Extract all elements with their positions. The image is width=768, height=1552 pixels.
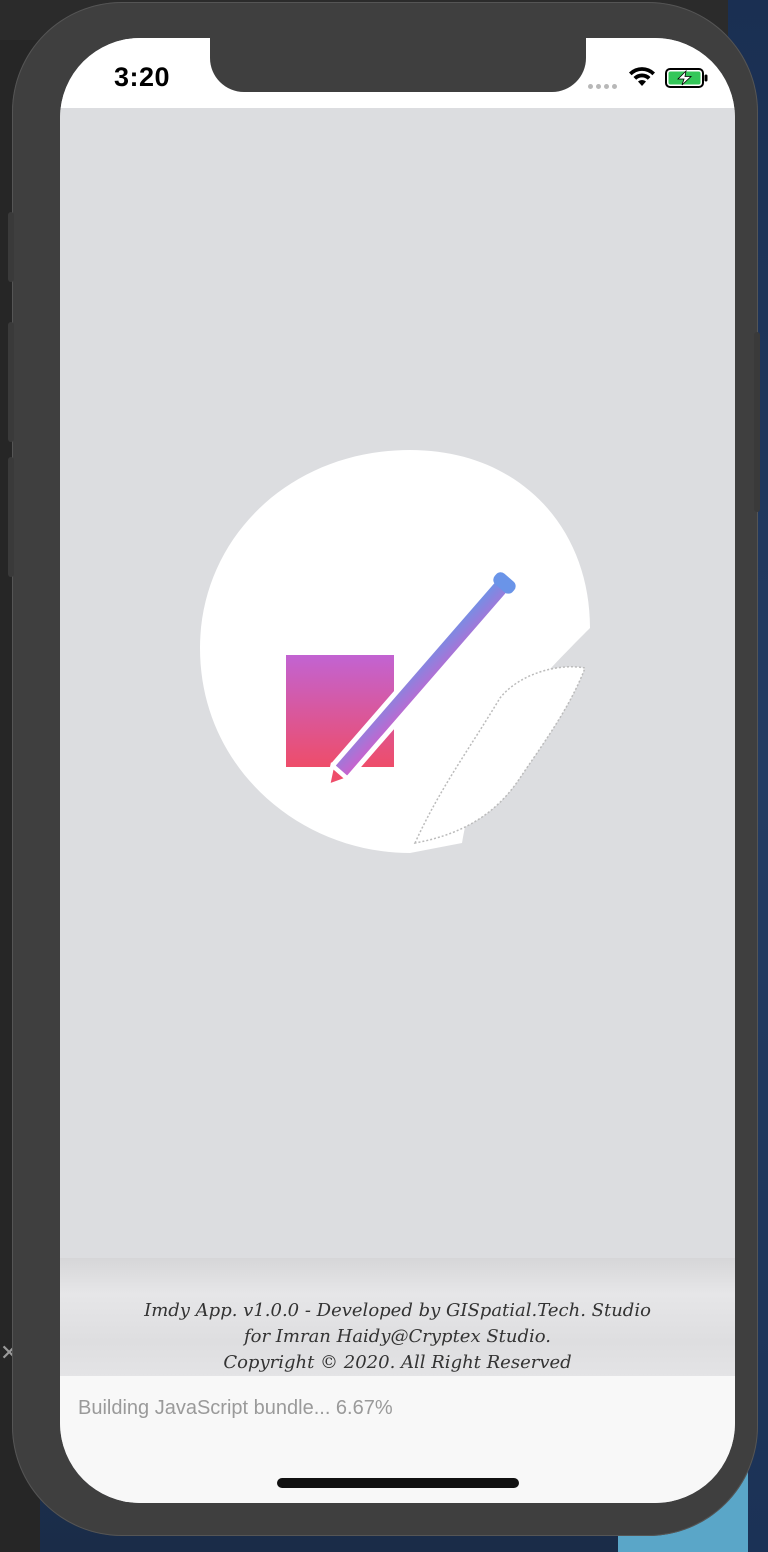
footer-line-1: Imdy App. v1.0.0 - Developed by GISpatia… xyxy=(144,1300,651,1321)
splash-screen xyxy=(60,108,735,1258)
power-button xyxy=(754,332,760,512)
image-edit-logo-icon xyxy=(200,450,590,853)
battery-charging-icon xyxy=(665,68,708,88)
status-time: 3:20 xyxy=(114,62,171,92)
iphone-simulator-frame: 3:20 Imdy App. v1.0.0 - Developed by GIS… xyxy=(8,2,760,1536)
volume-down-button xyxy=(8,457,14,577)
volume-up-button xyxy=(8,322,14,442)
bundle-status-text: Building JavaScript bundle... 6.67% xyxy=(78,1397,393,1419)
device-screen: 3:20 Imdy App. v1.0.0 - Developed by GIS… xyxy=(60,38,735,1503)
footer-line-3: Copyright © 2020. All Right Reserved xyxy=(223,1352,572,1373)
home-indicator[interactable] xyxy=(277,1478,519,1488)
footer-line-2: for Imran Haidy@Cryptex Studio. xyxy=(243,1326,552,1347)
wifi-icon xyxy=(629,67,655,86)
cellular-dots-icon xyxy=(588,82,622,90)
silent-switch xyxy=(8,212,14,282)
footer-credits: Imdy App. v1.0.0 - Developed by GISpatia… xyxy=(60,1298,735,1376)
device-notch xyxy=(210,38,586,92)
